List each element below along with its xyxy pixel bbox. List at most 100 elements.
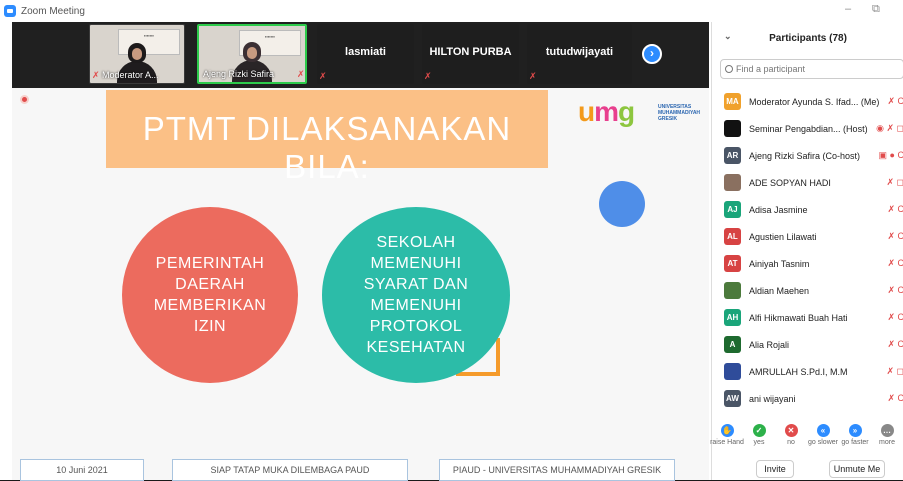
reaction-icon: ✋ [720,424,734,437]
avatar [724,363,741,380]
participant-row[interactable]: AR Ajeng Rizki Safira (Co-host) ▣ ● C [712,142,903,169]
shared-slide: PTMT DILAKSANAKAN BILA: umg UNIVERSITAS … [12,88,709,481]
avatar: A [724,336,741,353]
avatar: AT [724,255,741,272]
participant-status-icons: ✗ C [887,258,903,268]
participant-name: Moderator Ayunda S. Ifad... (Me) [749,96,880,107]
participant-name: Alfi Hikmawati Buah Hati [749,312,848,323]
avatar: MA [724,93,741,110]
reaction-icon: » [848,424,862,437]
participant-row[interactable]: AT Ainiyah Tasnim ✗ C [712,250,903,277]
mic-muted-icon: ✗ [92,70,100,80]
decorative-dot [599,181,645,227]
participant-row[interactable]: ADE SOPYAN HADI ✗ ◻ [712,169,903,196]
participant-status-icons: ✗ C [887,339,903,349]
participant-row[interactable]: Aldian Maehen ✗ C [712,277,903,304]
avatar: AL [724,228,741,245]
tile-name: HILTON PURBA [429,46,512,58]
avatar: AJ [724,201,741,218]
reaction-icon: ✓ [752,424,766,437]
slide-title: PTMT DILAKSANAKAN BILA: [142,110,512,185]
participant-name: Agustien Lilawati [749,231,817,242]
tile-caption: Moderator A... [102,70,159,80]
window-title: Zoom Meeting [21,5,85,17]
video-tile-hilton-purba[interactable]: HILTON PURBA ✗ [422,24,519,84]
zoom-logo-icon [4,5,16,17]
participant-name: Aldian Maehen [749,285,810,296]
participant-name: Ainiyah Tasnim [749,258,810,269]
avatar: AW [724,390,741,407]
invite-button[interactable]: Invite [756,460,794,478]
participant-name: ani wijayani [749,393,796,404]
condition-circle-right: SEKOLAH MEMENUHI SYARAT DAN MEMENUHI PRO… [322,207,510,383]
tile-caption: Ajeng Rizki Safira [203,69,275,79]
mic-muted-icon: ✗ [297,69,305,79]
recording-icon [20,95,29,104]
condition-circle-left: PEMERINTAH DAERAH MEMBERIKAN IZIN [122,207,298,383]
reaction-button[interactable]: ✕ no [774,424,808,446]
participant-status-icons: ✗ C [887,96,903,106]
participant-status-icons: ✗ ◻ [886,366,903,376]
participant-status-icons: ◉ ✗ ◻ [876,123,903,133]
participant-name: Alia Rojali [749,339,790,350]
avatar [724,174,741,191]
participant-row[interactable]: AJ Adisa Jasmine ✗ C [712,196,903,223]
video-tile-lasmiati[interactable]: lasmiati ✗ [317,24,414,84]
reaction-button[interactable]: «go slower [806,424,840,446]
participant-row[interactable]: AL Agustien Lilawati ✗ C [712,223,903,250]
reaction-button[interactable]: » go faster [838,424,872,446]
participant-status-icons: ✗ C [887,312,903,322]
participant-row[interactable]: AH Alfi Hikmawati Buah Hati ✗ C [712,304,903,331]
reaction-icon: ✕ [784,424,798,437]
video-tile-tutudwijayati[interactable]: tutudwijayati ✗ [527,24,632,84]
collapse-chevron-icon[interactable]: ⌄ [724,31,732,42]
participant-row[interactable]: A Alia Rojali ✗ C [712,331,903,358]
participant-row[interactable]: AMRULLAH S.Pd.I, M.M ✗ ◻ [712,358,903,385]
participant-status-icons: ✗ C [887,285,903,295]
panel-header: ⌄ Participants (78) [712,22,903,54]
next-page-button[interactable]: › [642,44,662,64]
mic-muted-icon: ✗ [319,71,327,81]
participant-status-icons: ✗ ◻ [886,177,903,187]
participant-search-input[interactable]: Find a participant [720,59,903,79]
reaction-bar: ✋ raise Hand ✓ yes ✕ no «go slower» go faster… m… [710,424,903,450]
restore-icon[interactable]: ⧉ [872,3,880,16]
footer-event: SIAP TATAP MUKA DILEMBAGA PAUD [172,459,408,481]
mic-muted-icon: ✗ [529,71,537,81]
logo-subtext: UNIVERSITAS MUHAMMADIYAH GRESIK [658,104,701,122]
participant-row[interactable]: MA Moderator Ayunda S. Ifad... (Me) ✗ C [712,88,903,115]
participant-name: ADE SOPYAN HADI [749,177,831,188]
unmute-me-button[interactable]: Unmute Me [829,460,885,478]
video-thumbnail-strip: ▪▪▪▪▪▪▪ ✗ Moderator A... ▪▪▪▪▪▪▪ Ajeng R… [12,22,709,88]
tile-name: lasmiati [345,46,386,58]
avatar: AR [724,147,741,164]
reaction-button[interactable]: … more [870,424,903,446]
avatar: AH [724,309,741,326]
minimize-icon[interactable]: – [845,3,851,15]
participant-name: Adisa Jasmine [749,204,808,215]
title-bar: Zoom Meeting – ⧉ [0,0,903,22]
mic-muted-icon: ✗ [424,71,432,81]
participant-row[interactable]: AW ani wijayani ✗ C [712,385,903,412]
participant-status-icons: ✗ C [887,231,903,241]
panel-title: Participants (78) [769,32,847,44]
avatar [724,282,741,299]
search-icon [725,65,733,73]
reaction-button[interactable]: ✓ yes [742,424,776,446]
slide-title-box: PTMT DILAKSANAKAN BILA: [106,90,548,185]
reaction-icon: … [880,424,894,437]
video-tile-ajeng[interactable]: ▪▪▪▪▪▪▪ Ajeng Rizki Safira ✗ [197,24,307,84]
participants-panel: ⌄ Participants (78) Find a participant M… [710,22,903,480]
zoom-window: Zoom Meeting – ⧉ ▪▪▪▪▪▪▪ ✗ Moderator A..… [0,0,903,481]
video-tile-moderator[interactable]: ▪▪▪▪▪▪▪ ✗ Moderator A... [89,24,185,84]
participant-row[interactable]: Seminar Pengabdian... (Host) ◉ ✗ ◻ [712,115,903,142]
participant-status-icons: ✗ C [887,204,903,214]
footer-date: 10 Juni 2021 [20,459,144,481]
participant-name: Seminar Pengabdian... (Host) [749,123,868,134]
reaction-button[interactable]: ✋ raise Hand [710,424,744,446]
participant-name: AMRULLAH S.Pd.I, M.M [749,366,848,377]
participant-status-icons: ▣ ● C [878,150,903,160]
umg-logo: umg UNIVERSITAS MUHAMMADIYAH GRESIK [578,96,701,127]
participant-status-icons: ✗ C [887,393,903,403]
participant-name: Ajeng Rizki Safira (Co-host) [749,150,861,161]
